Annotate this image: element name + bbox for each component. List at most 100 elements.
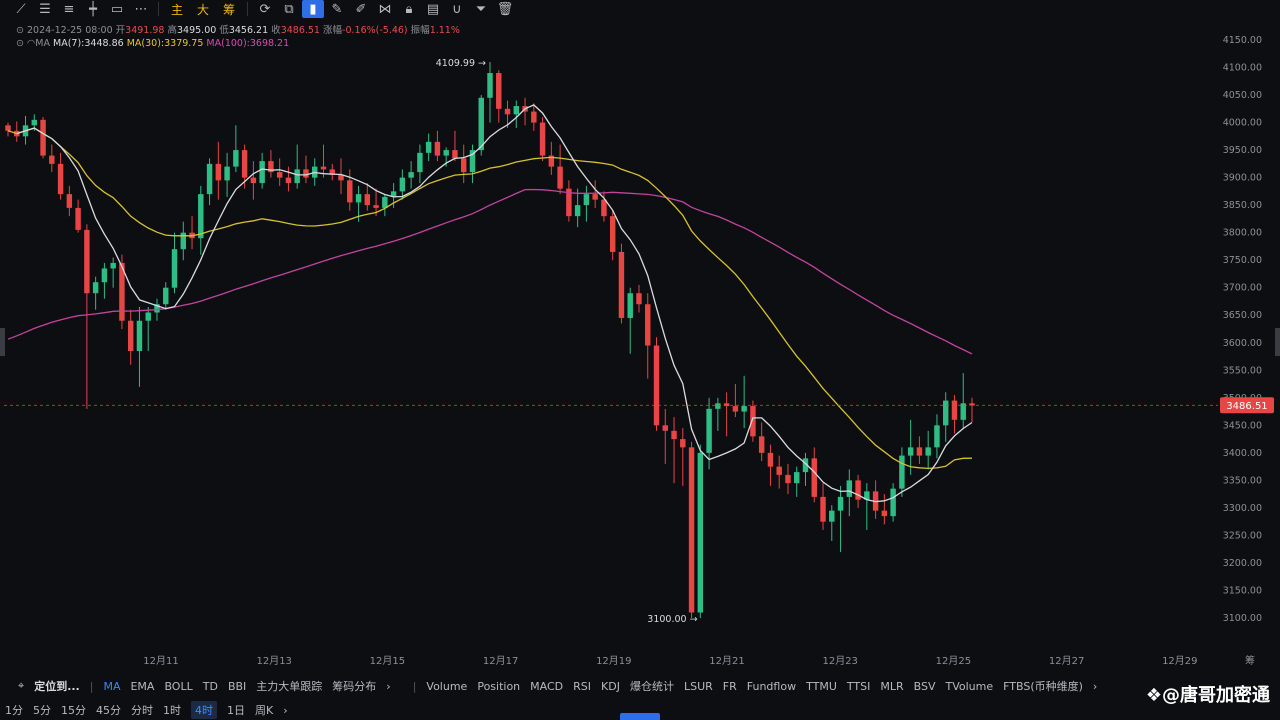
candle-body <box>31 119 38 126</box>
tab-boll[interactable]: BOLL <box>164 680 192 693</box>
date-tick-label: 12月13 <box>256 655 291 667</box>
chevron-right-icon[interactable]: › <box>283 704 287 717</box>
watermark: ❖@唐哥加密通 <box>1145 685 1270 706</box>
tab-tvolume[interactable]: TVolume <box>946 680 994 693</box>
candle-body <box>776 466 782 475</box>
candle-body <box>890 488 896 517</box>
chevron-right-icon[interactable]: › <box>1093 680 1097 693</box>
right-scroll-handle[interactable] <box>1275 328 1280 356</box>
tab-ttmu[interactable]: TTMU <box>806 680 837 693</box>
tab-td[interactable]: TD <box>203 680 218 693</box>
candle-body <box>163 287 169 305</box>
candle-body <box>942 400 949 426</box>
tab-kdj[interactable]: KDJ <box>601 680 620 693</box>
candle-body <box>680 439 686 448</box>
candle-body <box>653 345 660 426</box>
tf-week[interactable]: 周K <box>255 702 273 718</box>
tab-rsi[interactable]: RSI <box>573 680 591 693</box>
candle-body <box>583 194 590 206</box>
expand-button[interactable] <box>620 713 660 720</box>
tab-fundflow[interactable]: Fundflow <box>747 680 796 693</box>
candle-body <box>899 455 905 489</box>
candle-body <box>5 125 11 131</box>
candle-body <box>171 249 178 288</box>
candle-body <box>452 150 458 159</box>
candle-body <box>750 406 756 437</box>
tab-main-order[interactable]: 主力大单跟踪 <box>256 678 322 694</box>
candle-body <box>198 194 204 239</box>
candle-body <box>92 282 99 294</box>
candle-body <box>443 150 449 156</box>
tf-1h[interactable]: 1时 <box>163 702 181 718</box>
price-tick-label: 3350.00 <box>1223 475 1262 486</box>
candle-body <box>259 161 265 184</box>
price-tick-label: 3550.00 <box>1223 365 1262 376</box>
tf-1m[interactable]: 1分 <box>5 702 23 718</box>
locate-button[interactable]: 定位到... <box>34 678 80 694</box>
candlestick-chart[interactable]: 4150.00 4100.00 4050.00 4000.00 3950.00 3900.… <box>0 0 1280 672</box>
tf-4h[interactable]: 4时 <box>191 701 217 719</box>
candle-body <box>715 403 721 409</box>
tab-chip[interactable]: 筹码分布 <box>332 678 376 694</box>
date-tick-label: 12月15 <box>370 655 405 667</box>
tf-timeline[interactable]: 分时 <box>131 702 153 718</box>
corner-label: 筹 <box>1245 654 1255 667</box>
price-tick-label: 3100.00 <box>1223 613 1262 624</box>
left-scroll-handle[interactable] <box>0 328 5 356</box>
candle-body <box>697 452 704 613</box>
candle-body <box>460 158 467 173</box>
tab-liquidation[interactable]: 爆仓统计 <box>630 678 674 694</box>
tab-lsur[interactable]: LSUR <box>684 680 713 693</box>
tab-ema[interactable]: EMA <box>130 680 154 693</box>
tab-ttsi[interactable]: TTSI <box>847 680 870 693</box>
candle-body <box>127 320 134 352</box>
candle-body <box>513 106 520 115</box>
tab-bbi[interactable]: BBI <box>228 680 246 693</box>
tab-bsv[interactable]: BSV <box>914 680 936 693</box>
candle-body <box>320 166 327 170</box>
candle-body <box>434 141 441 156</box>
tab-volume[interactable]: Volume <box>426 680 467 693</box>
price-tick-label: 3200.00 <box>1223 558 1262 569</box>
price-tick-label: 3300.00 <box>1223 503 1262 514</box>
candle-body <box>215 163 222 181</box>
date-tick-label: 12月11 <box>143 655 178 667</box>
price-tick-label: 3450.00 <box>1223 420 1262 431</box>
candle-body <box>855 480 861 500</box>
candle-body <box>276 172 283 178</box>
candle-body <box>907 447 914 456</box>
candle-body <box>303 169 309 178</box>
chevron-right-icon[interactable]: › <box>386 680 390 693</box>
tf-5m[interactable]: 5分 <box>33 702 51 718</box>
tab-divider: | <box>89 679 94 693</box>
tf-45m[interactable]: 45分 <box>96 702 121 718</box>
timeframe-bar: 1分 5分 15分 45分 分时 1时 4时 1日 周K › <box>0 700 400 720</box>
candle-body <box>347 180 353 203</box>
candle-body <box>355 194 362 203</box>
candle-body <box>206 163 213 195</box>
locate-icon[interactable]: ⌖ <box>18 679 24 693</box>
candle-body <box>136 320 143 352</box>
tab-position[interactable]: Position <box>477 680 520 693</box>
tab-ma[interactable]: MA <box>103 680 120 693</box>
candle-body <box>811 458 817 497</box>
candle-body <box>399 177 406 192</box>
candle-body <box>75 207 81 230</box>
tab-fr[interactable]: FR <box>723 680 737 693</box>
tab-macd[interactable]: MACD <box>530 680 563 693</box>
tf-15m[interactable]: 15分 <box>61 702 86 718</box>
price-tick-label: 3850.00 <box>1223 200 1262 211</box>
candle-body <box>84 229 90 294</box>
tab-mlr[interactable]: MLR <box>880 680 903 693</box>
date-tick-label: 12月21 <box>709 655 744 667</box>
candle-body <box>925 447 931 456</box>
candle-body <box>101 268 108 283</box>
price-tick-label: 3400.00 <box>1223 448 1262 459</box>
date-tick-label: 12月17 <box>483 655 518 667</box>
ma30-line <box>7 127 973 470</box>
candle-body <box>224 166 230 181</box>
tf-1d[interactable]: 1日 <box>227 702 245 718</box>
tab-ftbs[interactable]: FTBS(币种维度) <box>1003 678 1083 694</box>
candle-body <box>285 177 292 184</box>
date-tick-label: 12月19 <box>596 655 631 667</box>
